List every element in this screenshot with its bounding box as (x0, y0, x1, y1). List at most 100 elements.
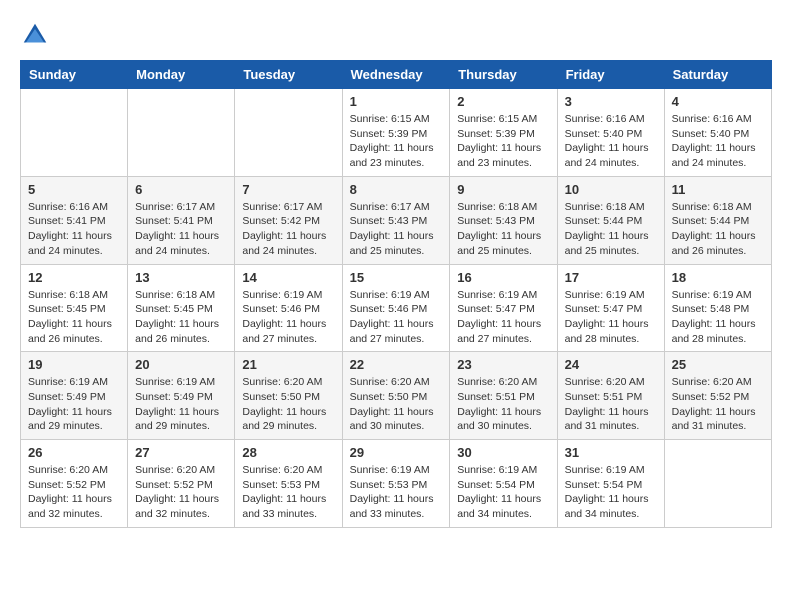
calendar-cell: 24 Sunrise: 6:20 AM Sunset: 5:51 PM Dayl… (557, 352, 664, 440)
calendar-cell: 27 Sunrise: 6:20 AM Sunset: 5:52 PM Dayl… (128, 440, 235, 528)
day-info: Sunrise: 6:20 AM Sunset: 5:50 PM Dayligh… (242, 375, 334, 434)
day-info: Sunrise: 6:20 AM Sunset: 5:52 PM Dayligh… (28, 463, 120, 522)
day-number: 21 (242, 357, 334, 372)
calendar-header: SundayMondayTuesdayWednesdayThursdayFrid… (21, 61, 772, 89)
calendar-cell: 15 Sunrise: 6:19 AM Sunset: 5:46 PM Dayl… (342, 264, 450, 352)
day-number: 22 (350, 357, 443, 372)
day-number: 4 (672, 94, 764, 109)
calendar-cell: 23 Sunrise: 6:20 AM Sunset: 5:51 PM Dayl… (450, 352, 557, 440)
week-row-4: 19 Sunrise: 6:19 AM Sunset: 5:49 PM Dayl… (21, 352, 772, 440)
calendar-cell: 21 Sunrise: 6:20 AM Sunset: 5:50 PM Dayl… (235, 352, 342, 440)
day-info: Sunrise: 6:19 AM Sunset: 5:47 PM Dayligh… (565, 288, 657, 347)
calendar-cell: 17 Sunrise: 6:19 AM Sunset: 5:47 PM Dayl… (557, 264, 664, 352)
day-info: Sunrise: 6:19 AM Sunset: 5:47 PM Dayligh… (457, 288, 549, 347)
day-number: 8 (350, 182, 443, 197)
calendar-body: 1 Sunrise: 6:15 AM Sunset: 5:39 PM Dayli… (21, 89, 772, 528)
day-info: Sunrise: 6:16 AM Sunset: 5:40 PM Dayligh… (672, 112, 764, 171)
day-number: 18 (672, 270, 764, 285)
day-number: 6 (135, 182, 227, 197)
calendar-cell: 30 Sunrise: 6:19 AM Sunset: 5:54 PM Dayl… (450, 440, 557, 528)
day-info: Sunrise: 6:19 AM Sunset: 5:49 PM Dayligh… (135, 375, 227, 434)
column-header-saturday: Saturday (664, 61, 771, 89)
day-number: 1 (350, 94, 443, 109)
day-number: 3 (565, 94, 657, 109)
day-number: 17 (565, 270, 657, 285)
column-header-thursday: Thursday (450, 61, 557, 89)
day-info: Sunrise: 6:19 AM Sunset: 5:53 PM Dayligh… (350, 463, 443, 522)
day-number: 24 (565, 357, 657, 372)
day-info: Sunrise: 6:17 AM Sunset: 5:43 PM Dayligh… (350, 200, 443, 259)
day-number: 27 (135, 445, 227, 460)
column-header-wednesday: Wednesday (342, 61, 450, 89)
day-number: 30 (457, 445, 549, 460)
day-number: 2 (457, 94, 549, 109)
day-info: Sunrise: 6:16 AM Sunset: 5:40 PM Dayligh… (565, 112, 657, 171)
day-number: 25 (672, 357, 764, 372)
week-row-1: 1 Sunrise: 6:15 AM Sunset: 5:39 PM Dayli… (21, 89, 772, 177)
calendar-cell: 4 Sunrise: 6:16 AM Sunset: 5:40 PM Dayli… (664, 89, 771, 177)
day-info: Sunrise: 6:18 AM Sunset: 5:44 PM Dayligh… (672, 200, 764, 259)
column-header-sunday: Sunday (21, 61, 128, 89)
day-info: Sunrise: 6:19 AM Sunset: 5:54 PM Dayligh… (565, 463, 657, 522)
day-info: Sunrise: 6:19 AM Sunset: 5:48 PM Dayligh… (672, 288, 764, 347)
calendar-cell: 7 Sunrise: 6:17 AM Sunset: 5:42 PM Dayli… (235, 176, 342, 264)
calendar-cell: 18 Sunrise: 6:19 AM Sunset: 5:48 PM Dayl… (664, 264, 771, 352)
day-info: Sunrise: 6:16 AM Sunset: 5:41 PM Dayligh… (28, 200, 120, 259)
day-info: Sunrise: 6:15 AM Sunset: 5:39 PM Dayligh… (457, 112, 549, 171)
day-info: Sunrise: 6:19 AM Sunset: 5:54 PM Dayligh… (457, 463, 549, 522)
calendar-cell: 2 Sunrise: 6:15 AM Sunset: 5:39 PM Dayli… (450, 89, 557, 177)
calendar-cell: 1 Sunrise: 6:15 AM Sunset: 5:39 PM Dayli… (342, 89, 450, 177)
day-number: 14 (242, 270, 334, 285)
day-number: 31 (565, 445, 657, 460)
day-number: 7 (242, 182, 334, 197)
week-row-3: 12 Sunrise: 6:18 AM Sunset: 5:45 PM Dayl… (21, 264, 772, 352)
calendar-cell: 10 Sunrise: 6:18 AM Sunset: 5:44 PM Dayl… (557, 176, 664, 264)
week-row-2: 5 Sunrise: 6:16 AM Sunset: 5:41 PM Dayli… (21, 176, 772, 264)
column-header-monday: Monday (128, 61, 235, 89)
column-header-friday: Friday (557, 61, 664, 89)
calendar-cell (21, 89, 128, 177)
day-info: Sunrise: 6:19 AM Sunset: 5:49 PM Dayligh… (28, 375, 120, 434)
calendar-cell: 12 Sunrise: 6:18 AM Sunset: 5:45 PM Dayl… (21, 264, 128, 352)
calendar-cell: 11 Sunrise: 6:18 AM Sunset: 5:44 PM Dayl… (664, 176, 771, 264)
day-number: 12 (28, 270, 120, 285)
day-info: Sunrise: 6:20 AM Sunset: 5:52 PM Dayligh… (672, 375, 764, 434)
day-info: Sunrise: 6:19 AM Sunset: 5:46 PM Dayligh… (242, 288, 334, 347)
calendar-cell: 13 Sunrise: 6:18 AM Sunset: 5:45 PM Dayl… (128, 264, 235, 352)
day-info: Sunrise: 6:18 AM Sunset: 5:43 PM Dayligh… (457, 200, 549, 259)
day-info: Sunrise: 6:20 AM Sunset: 5:53 PM Dayligh… (242, 463, 334, 522)
day-number: 16 (457, 270, 549, 285)
calendar-cell: 31 Sunrise: 6:19 AM Sunset: 5:54 PM Dayl… (557, 440, 664, 528)
page-header (20, 20, 772, 50)
day-number: 10 (565, 182, 657, 197)
day-number: 19 (28, 357, 120, 372)
calendar-cell: 22 Sunrise: 6:20 AM Sunset: 5:50 PM Dayl… (342, 352, 450, 440)
day-info: Sunrise: 6:18 AM Sunset: 5:45 PM Dayligh… (28, 288, 120, 347)
day-number: 23 (457, 357, 549, 372)
calendar-cell: 9 Sunrise: 6:18 AM Sunset: 5:43 PM Dayli… (450, 176, 557, 264)
calendar-cell: 19 Sunrise: 6:19 AM Sunset: 5:49 PM Dayl… (21, 352, 128, 440)
calendar-cell: 20 Sunrise: 6:19 AM Sunset: 5:49 PM Dayl… (128, 352, 235, 440)
day-number: 5 (28, 182, 120, 197)
day-number: 28 (242, 445, 334, 460)
day-info: Sunrise: 6:19 AM Sunset: 5:46 PM Dayligh… (350, 288, 443, 347)
calendar-cell: 5 Sunrise: 6:16 AM Sunset: 5:41 PM Dayli… (21, 176, 128, 264)
day-number: 20 (135, 357, 227, 372)
calendar-cell: 14 Sunrise: 6:19 AM Sunset: 5:46 PM Dayl… (235, 264, 342, 352)
day-number: 11 (672, 182, 764, 197)
day-info: Sunrise: 6:20 AM Sunset: 5:51 PM Dayligh… (457, 375, 549, 434)
day-info: Sunrise: 6:18 AM Sunset: 5:44 PM Dayligh… (565, 200, 657, 259)
calendar-cell: 29 Sunrise: 6:19 AM Sunset: 5:53 PM Dayl… (342, 440, 450, 528)
week-row-5: 26 Sunrise: 6:20 AM Sunset: 5:52 PM Dayl… (21, 440, 772, 528)
calendar-cell: 16 Sunrise: 6:19 AM Sunset: 5:47 PM Dayl… (450, 264, 557, 352)
column-header-tuesday: Tuesday (235, 61, 342, 89)
day-info: Sunrise: 6:15 AM Sunset: 5:39 PM Dayligh… (350, 112, 443, 171)
calendar-cell: 6 Sunrise: 6:17 AM Sunset: 5:41 PM Dayli… (128, 176, 235, 264)
day-number: 9 (457, 182, 549, 197)
calendar-cell: 3 Sunrise: 6:16 AM Sunset: 5:40 PM Dayli… (557, 89, 664, 177)
calendar-cell: 26 Sunrise: 6:20 AM Sunset: 5:52 PM Dayl… (21, 440, 128, 528)
day-info: Sunrise: 6:17 AM Sunset: 5:42 PM Dayligh… (242, 200, 334, 259)
logo-icon (20, 20, 50, 50)
day-info: Sunrise: 6:20 AM Sunset: 5:51 PM Dayligh… (565, 375, 657, 434)
day-info: Sunrise: 6:20 AM Sunset: 5:52 PM Dayligh… (135, 463, 227, 522)
